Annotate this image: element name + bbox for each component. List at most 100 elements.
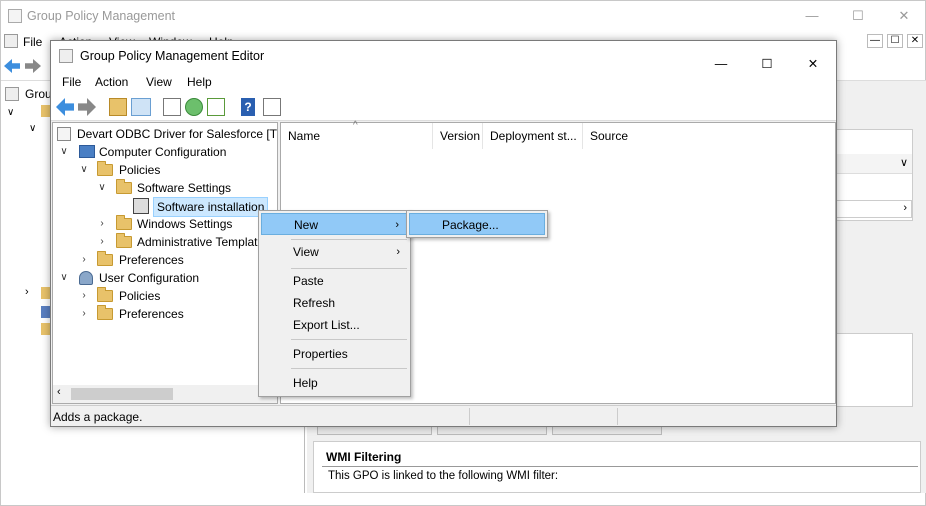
tree-label-preferences: Preferences [119,253,184,267]
folder-icon [97,161,113,176]
tree-label-administrative-templates: Administrative Templat [137,235,258,249]
gpm-back-icon[interactable] [4,59,20,73]
gpm-close-icon[interactable]: ✕ [881,1,926,31]
tree-label-computer-configuration: Computer Configuration [99,145,227,159]
status-text: Adds a package. [53,410,143,424]
gpm-button-1[interactable] [317,427,432,435]
column-header-version[interactable]: Version [433,123,483,149]
expand-chevron-icon[interactable]: ∨ [97,179,107,197]
folder-icon [116,233,132,248]
folder-icon [97,287,113,302]
collapsed-chevron-icon[interactable]: › [79,251,89,269]
refresh-icon[interactable] [185,98,203,116]
gpm-doc-icon [4,34,18,48]
status-divider [617,408,618,425]
menu-item-export-list[interactable]: Export List... [261,314,408,336]
folder-icon [116,215,132,230]
gpm-button-2[interactable] [437,427,547,435]
menu-item-refresh[interactable]: Refresh [261,292,408,314]
gpm-tree-expand-icon[interactable]: ∨ [7,107,14,118]
column-header-name[interactable]: Name [281,123,433,149]
menu-separator [291,239,407,240]
gpme-status-bar: Adds a package. [51,405,836,426]
menu-item-view[interactable]: View › [261,241,408,263]
gpm-scroll-right-icon[interactable]: › [903,202,907,214]
folder-icon [116,179,132,194]
collapsed-chevron-icon[interactable]: › [79,305,89,323]
menu-item-view-label: View [293,245,319,259]
mdi-close-icon[interactable]: ✕ [907,34,923,48]
gpm-tree-root[interactable]: Group Policy Management [25,87,51,101]
menu-item-help[interactable]: Help [261,372,408,394]
tree-label-software-installation: Software installation [153,197,269,217]
gpme-menu-view[interactable]: View [146,75,172,89]
submenu-arrow-icon: › [395,219,399,231]
gpm-minimize-icon[interactable]: — [789,1,835,31]
expand-chevron-icon[interactable]: ∨ [59,269,69,287]
back-icon[interactable] [56,98,74,116]
gpme-menu-help[interactable]: Help [187,75,212,89]
gpme-toolbar: ? [51,93,836,121]
forest-expand-icon[interactable]: ∨ [29,123,36,134]
tree-horizontal-scrollbar[interactable]: ‹ [53,385,277,403]
gpm-root-icon [5,87,19,101]
status-divider [469,408,470,425]
export-list-icon[interactable] [207,98,225,116]
collapsed-chevron-icon[interactable]: › [79,287,89,305]
scrollbar-thumb[interactable] [71,388,173,400]
tree-label-user-configuration: User Configuration [99,271,200,285]
action-pane-icon[interactable] [263,98,281,116]
menu-separator [291,268,407,269]
computer-icon [79,145,95,158]
tree-label-windows-settings: Windows Settings [137,217,233,231]
gpme-title: Group Policy Management Editor [80,49,265,63]
gpm-app-icon [8,9,22,23]
folder-icon [97,251,113,266]
gpme-menu-file[interactable]: File [62,75,81,89]
tree-label-user-preferences: Preferences [119,307,184,321]
software-installation-icon [133,198,149,214]
mdi-restore-icon[interactable]: ☐ [887,34,903,48]
menu-item-properties[interactable]: Properties [261,343,408,365]
forward-icon[interactable] [78,98,96,116]
gpm-dropdown-chevron-icon[interactable]: ∨ [900,156,908,169]
collapsed-chevron-icon[interactable]: › [97,215,107,233]
gpm-forward-icon[interactable] [25,59,41,73]
menu-item-package[interactable]: Package... [409,213,545,235]
gpm-button-3[interactable] [552,427,662,435]
gpme-app-icon [59,49,73,63]
expand-chevron-icon[interactable]: ∨ [79,161,89,179]
gpm-tree-collapsed-icon[interactable]: › [25,286,29,298]
gpo-icon [57,127,71,141]
gpm-maximize-icon[interactable]: ☐ [835,1,881,31]
menu-item-paste[interactable]: Paste [261,270,408,292]
gpme-menubar: File Action View Help [51,71,836,93]
properties-icon[interactable] [163,98,181,116]
wmi-divider [322,466,918,467]
mdi-minimize-icon[interactable]: — [867,34,883,48]
gpm-title-bar: Group Policy Management — ☐ ✕ [1,1,926,31]
help-icon[interactable]: ? [241,98,255,116]
up-folder-icon[interactable] [109,98,127,116]
wmi-section: WMI Filtering This GPO is linked to the … [313,441,921,493]
menu-item-new[interactable]: New › [261,213,408,235]
tree-label-gpo: Devart ODBC Driver for Salesforce [TE [77,127,278,141]
gpme-title-bar: Group Policy Management Editor — ☐ ✕ [51,41,836,71]
new-submenu: Package... [406,210,548,238]
gpm-menu-file[interactable]: File [23,35,42,49]
tree-label-software-settings: Software Settings [137,181,232,195]
gpme-menu-action[interactable]: Action [95,75,128,89]
column-header-deployment-state[interactable]: Deployment st... [483,123,583,149]
menu-separator [291,368,407,369]
column-header-source[interactable]: Source [583,123,835,149]
show-hide-tree-icon[interactable] [131,98,151,116]
collapsed-chevron-icon[interactable]: › [97,233,107,251]
gpm-title: Group Policy Management [27,9,175,23]
submenu-arrow-icon: › [396,246,400,258]
scroll-left-icon[interactable]: ‹ [57,386,61,398]
wmi-text: This GPO is linked to the following WMI … [328,470,559,482]
tree-label-policies: Policies [119,163,161,177]
wmi-heading: WMI Filtering [326,450,402,464]
context-menu: New › View › Paste Refresh Export List..… [258,210,411,397]
expand-chevron-icon[interactable]: ∨ [59,143,69,161]
